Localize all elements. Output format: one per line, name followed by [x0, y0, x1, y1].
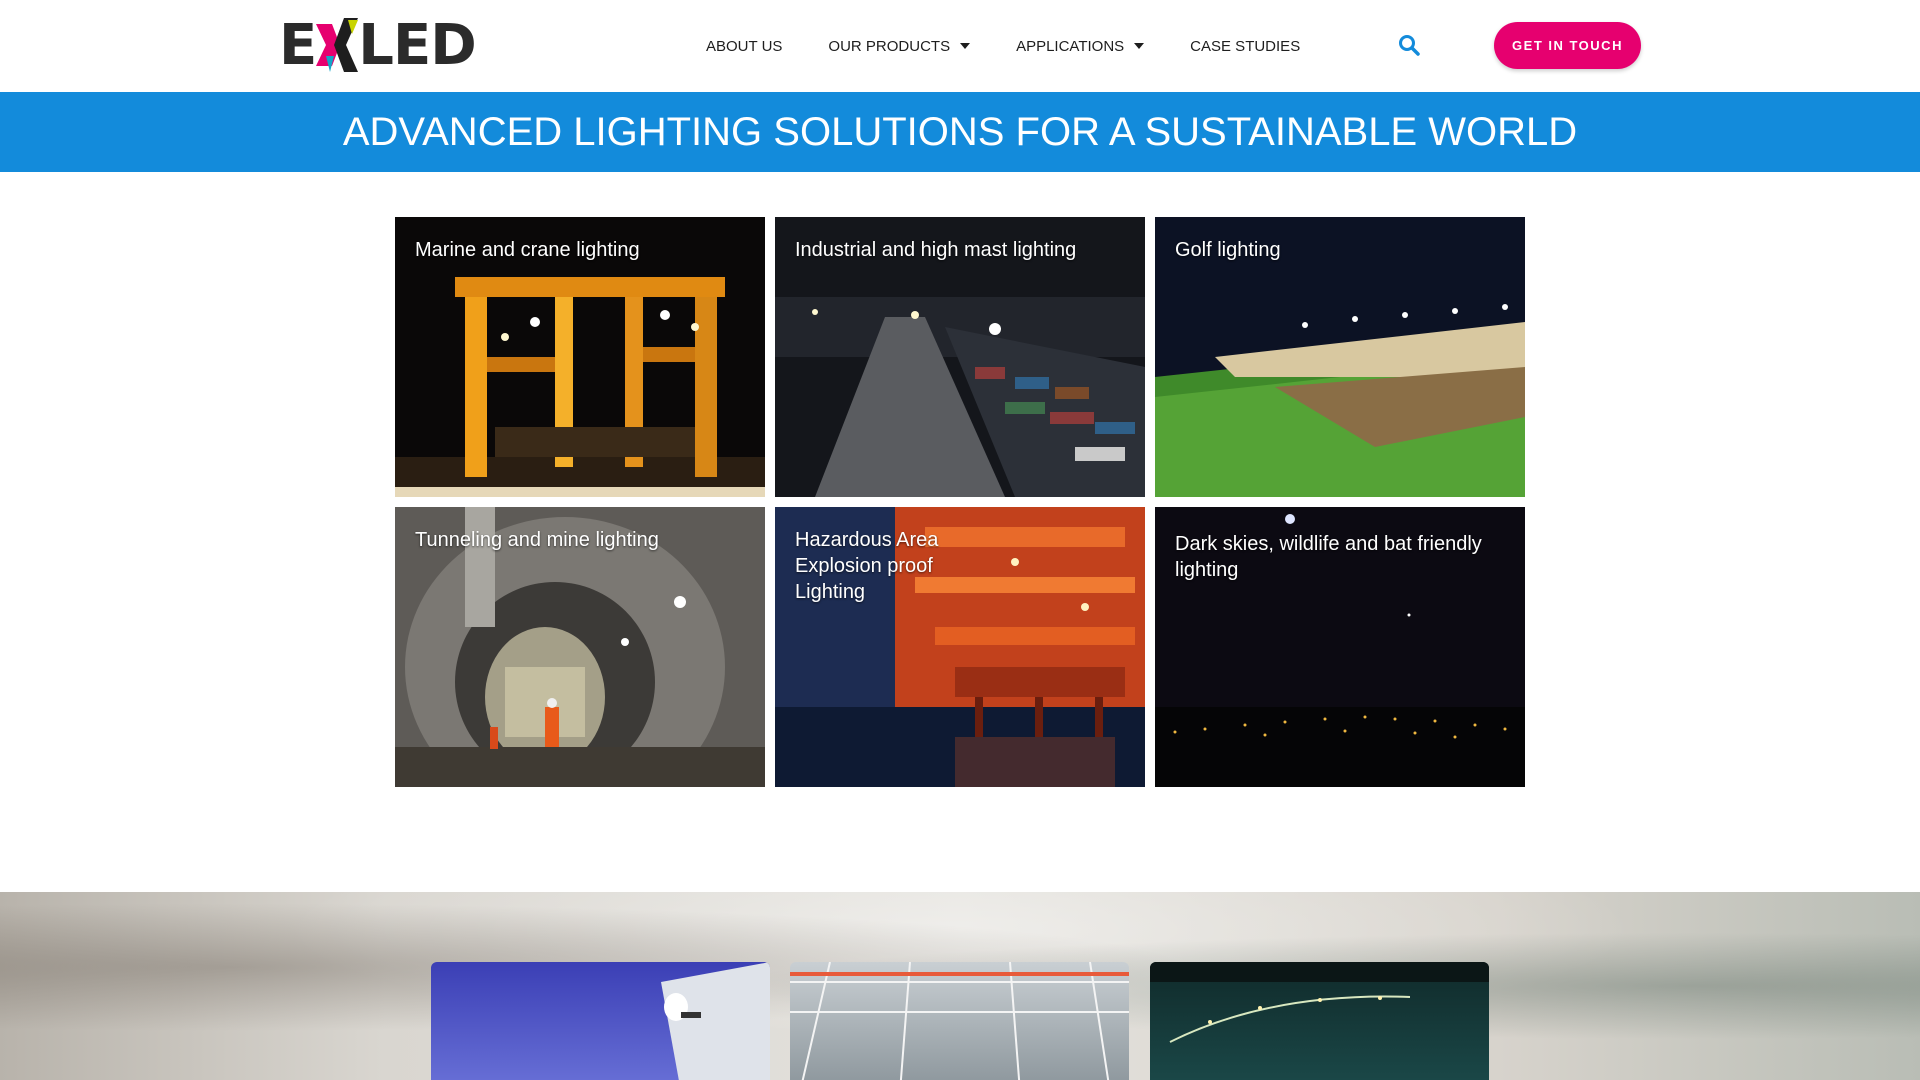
tile-label: Golf lighting [1175, 239, 1281, 261]
nav-about-us-label: ABOUT US [706, 37, 783, 55]
tile-label: Industrial and high mast lighting [795, 239, 1077, 261]
carousel-card[interactable] [790, 962, 1129, 1080]
warehouse-roof-image [790, 962, 1129, 1080]
carousel-card[interactable] [1150, 962, 1489, 1080]
tile-label: Hazardous Area Explosion proof Lighting [795, 529, 939, 603]
exled-logo[interactable]: E LED [279, 13, 477, 78]
tile-label: Tunneling and mine lighting [415, 529, 659, 551]
nav-our-products-label: OUR PRODUCTS [828, 37, 951, 55]
main-nav: ABOUT US OUR PRODUCTS APPLICATIONS CASE … [706, 0, 1346, 92]
tile-label: Marine and crane lighting [415, 239, 640, 261]
search-icon[interactable] [1398, 34, 1420, 56]
caret-down-icon [960, 43, 971, 49]
nav-our-products[interactable]: OUR PRODUCTS [828, 37, 971, 55]
marina-night-image [1150, 962, 1489, 1043]
site-header: E LED ABOUT US OUR PRODUCTS APPLICATIONS… [0, 0, 1920, 92]
nav-about-us[interactable]: ABOUT US [706, 38, 782, 55]
logo-letter-e: E [279, 12, 317, 78]
caret-down-icon [1134, 43, 1145, 49]
application-tile-industrial-high-mast[interactable]: Industrial and high mast lighting [775, 217, 1145, 497]
application-tile-dark-skies[interactable]: Dark skies, wildlife and bat friendly li… [1155, 507, 1525, 787]
hero-banner: ADVANCED LIGHTING SOLUTIONS FOR A SUSTAI… [0, 92, 1920, 172]
case-studies-carousel-section [0, 892, 1920, 1080]
nav-case-studies[interactable]: CASE STUDIES [1190, 38, 1300, 55]
application-tile-golf[interactable]: Golf lighting [1155, 217, 1525, 497]
application-tile-hazardous-area[interactable]: Hazardous Area Explosion proof Lighting [775, 507, 1145, 787]
tile-label: Dark skies, wildlife and bat friendly li… [1175, 533, 1482, 581]
nav-applications[interactable]: APPLICATIONS [1016, 37, 1145, 55]
application-tile-marine-crane[interactable]: Marine and crane lighting [395, 217, 765, 497]
banner-title: ADVANCED LIGHTING SOLUTIONS FOR A SUSTAI… [342, 109, 1578, 154]
nav-case-studies-label: CASE STUDIES [1190, 37, 1301, 55]
carousel-card[interactable] [431, 962, 770, 1080]
nav-applications-label: APPLICATIONS [1016, 37, 1125, 55]
logo-letters-led: LED [358, 12, 476, 78]
get-in-touch-button[interactable]: GET IN TOUCH [1494, 22, 1641, 69]
application-tile-tunneling-mine[interactable]: Tunneling and mine lighting [395, 507, 765, 787]
logo-x-mark-icon [314, 16, 360, 74]
floodlight-image [661, 962, 770, 1080]
